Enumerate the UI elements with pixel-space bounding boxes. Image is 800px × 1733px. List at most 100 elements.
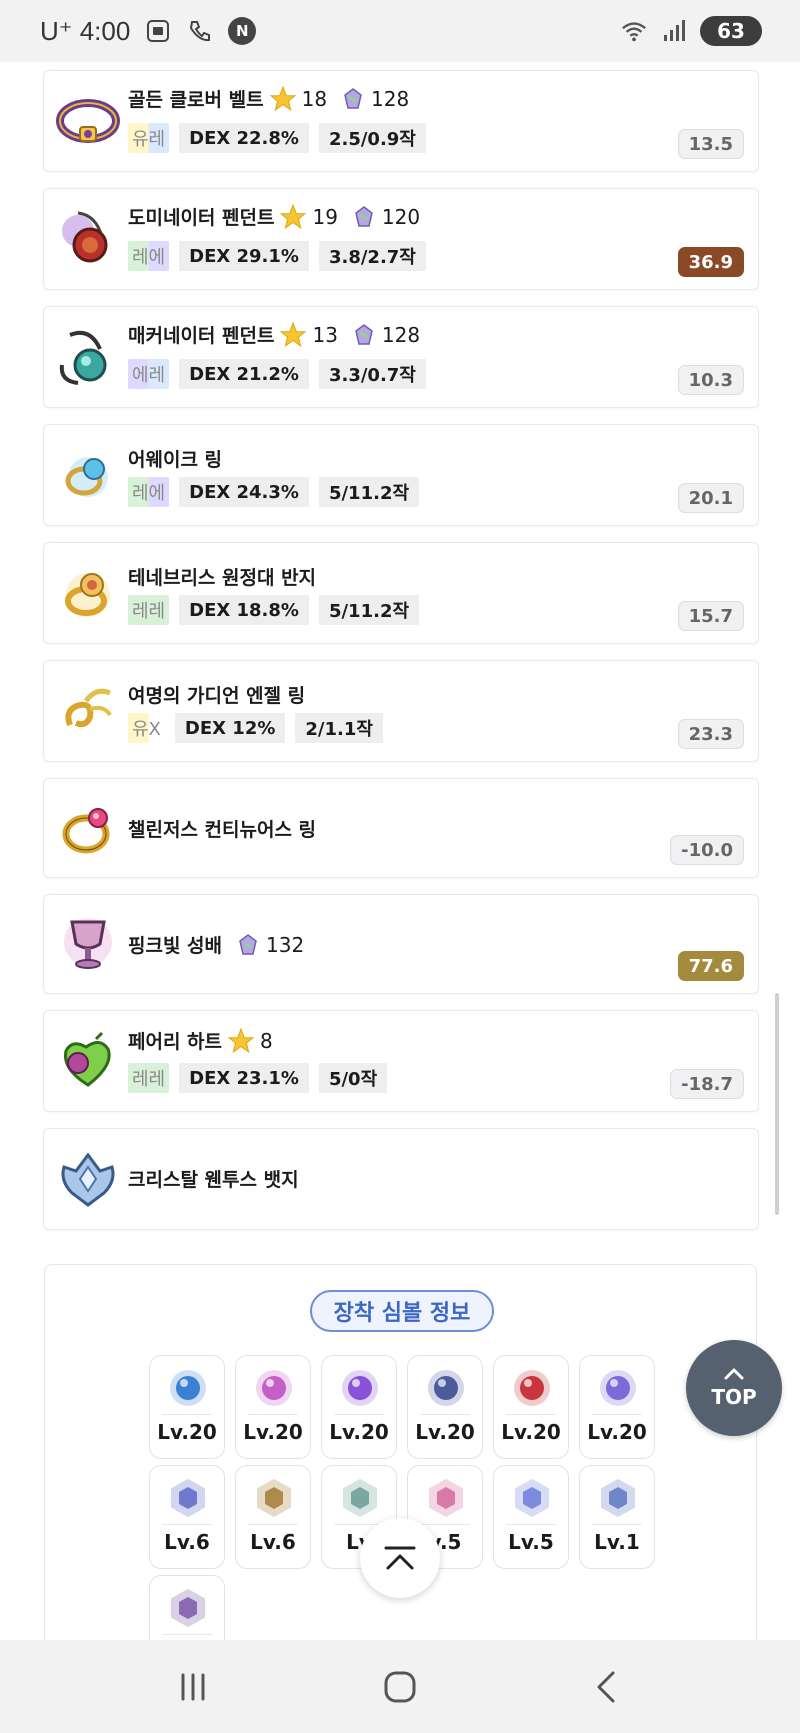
wifi-call-icon <box>186 17 214 45</box>
potential-grade-tag: 유X <box>128 713 165 743</box>
item-name: 어웨이크 링 <box>128 449 223 471</box>
score-badge: 20.1 <box>677 483 744 513</box>
back-icon <box>597 1671 615 1702</box>
scroll-to-top-button[interactable] <box>360 1518 440 1598</box>
item-card[interactable]: 챌린저스 컨티뉴어스 링 -10.0 <box>43 778 759 878</box>
symbol-card[interactable]: Lv.20 <box>321 1355 397 1459</box>
mechanator-pendant-icon <box>59 330 107 385</box>
item-card[interactable]: 매커네이터 펜던트 13 128 에레 DEX 21.2% 3.3/0.7작 1… <box>43 306 759 408</box>
item-card[interactable]: 페어리 하트 8 레레 DEX 23.1% 5/0작 -18.7 <box>43 1010 759 1112</box>
authentic-symbol-shangri-la-icon <box>429 1478 463 1518</box>
arcane-symbol-chu-chu-icon <box>256 1370 292 1406</box>
score-badge: 10.3 <box>677 365 744 395</box>
symbol-card[interactable]: Lv.1 <box>579 1465 655 1569</box>
fairy-heart-icon <box>63 1031 111 1087</box>
symbol-card[interactable]: Lv.6 <box>149 1465 225 1569</box>
top-button[interactable]: TOP <box>686 1340 782 1436</box>
symbol-divider <box>162 1524 212 1525</box>
symbol-divider <box>162 1634 212 1635</box>
recent-apps-button[interactable] <box>163 1657 223 1717</box>
item-card[interactable]: 크리스탈 웬투스 뱃지 <box>43 1128 759 1230</box>
chevron-up-icon <box>724 1368 744 1380</box>
main-stat-tag: DEX 24.3% <box>179 477 309 507</box>
potential-cube-icon <box>355 323 373 345</box>
item-name: 매커네이터 펜던트 <box>128 325 275 347</box>
wifi-icon <box>620 17 648 45</box>
symbol-level: Lv.20 <box>587 1420 647 1444</box>
symbol-level: Lv.1 <box>594 1530 640 1554</box>
symbol-card[interactable]: Lv.20 <box>407 1355 483 1459</box>
pink-holy-cup-icon <box>64 918 112 969</box>
golden-clover-belt-icon <box>56 99 120 143</box>
star-force-icon <box>280 321 307 347</box>
authentic-symbol-carcion-icon <box>601 1478 635 1518</box>
item-card[interactable]: 핑크빛 성배 132 77.6 <box>43 894 759 994</box>
score-badge: -18.7 <box>670 1069 744 1099</box>
battery-level: 63 <box>717 19 745 43</box>
potential-grade-tag: 유레 <box>128 123 170 153</box>
potential-value: 128 <box>371 86 410 111</box>
continuous-ring-icon <box>62 808 110 854</box>
item-name: 핑크빛 성배 <box>128 935 223 957</box>
main-stat-tag: DEX 23.1% <box>179 1063 309 1093</box>
potential-value: 132 <box>266 932 305 957</box>
score-badge: 36.9 <box>677 247 744 277</box>
star-force-count: 19 <box>312 204 338 229</box>
symbol-level: Lv.20 <box>501 1420 561 1444</box>
item-card[interactable]: 테네브리스 원정대 반지 레레 DEX 18.8% 5/11.2작 15.7 <box>43 542 759 644</box>
equipment-item-list: 골든 클로버 벨트 18 128 유레 DEX 22.8% 2.5/0.9작 1… <box>43 70 759 1246</box>
scroll-tag: 5/0작 <box>318 1063 388 1093</box>
back-button[interactable] <box>577 1657 637 1717</box>
symbol-card[interactable]: Lv.20 <box>235 1355 311 1459</box>
navigation-bar <box>0 1640 800 1733</box>
item-card[interactable]: 도미네이터 펜던트 19 120 레에 DEX 29.1% 3.8/2.7작 3… <box>43 188 759 290</box>
authentic-symbol-arteria-icon <box>515 1478 549 1518</box>
potential-value: 128 <box>381 322 421 347</box>
potential-cube-icon <box>239 933 257 955</box>
star-force-icon <box>228 1027 255 1053</box>
potential-grade-tag: 레에 <box>128 241 170 271</box>
symbol-card[interactable]: Lv.5 <box>493 1465 569 1569</box>
dominator-pendant-icon <box>62 211 108 263</box>
score-badge: 77.6 <box>677 951 744 981</box>
scroll-tag: 5/11.2작 <box>318 477 420 507</box>
potential-grade-tag: 레레 <box>128 1063 170 1093</box>
symbol-card[interactable]: Lv.20 <box>149 1355 225 1459</box>
symbol-section-title: 장착 심볼 정보 <box>310 1290 494 1332</box>
item-name: 테네브리스 원정대 반지 <box>128 567 317 589</box>
status-bar: U⁺ 4:00 N 63 <box>0 0 800 62</box>
score-badge: 15.7 <box>677 601 744 631</box>
item-card[interactable]: 여명의 가디언 엔젤 링 유X DEX 12% 2/1.1작 23.3 <box>43 660 759 762</box>
signal-icon <box>660 17 688 45</box>
symbol-card[interactable]: Lv.20 <box>579 1355 655 1459</box>
symbol-card[interactable]: Lv.20 <box>493 1355 569 1459</box>
home-button[interactable] <box>370 1657 430 1717</box>
scroll-tag: 3.8/2.7작 <box>318 241 426 271</box>
item-name: 크리스탈 웬투스 뱃지 <box>128 1169 299 1191</box>
symbol-card[interactable]: Lv.6 <box>235 1465 311 1569</box>
home-icon <box>384 1671 416 1702</box>
crystal-ventus-badge-icon <box>61 1152 115 1207</box>
arcane-symbol-arcana-icon <box>428 1370 464 1406</box>
item-card[interactable]: 골든 클로버 벨트 18 128 유레 DEX 22.8% 2.5/0.9작 1… <box>43 70 759 172</box>
naver-notification-icon: N <box>228 17 257 45</box>
authentic-symbol-odium-icon <box>343 1478 377 1518</box>
symbol-divider <box>506 1414 556 1415</box>
main-stat-tag: DEX 22.8% <box>179 123 309 153</box>
status-carrier-time: U⁺ 4:00 <box>40 15 131 46</box>
grand-authentic-symbol-icon <box>171 1588 205 1628</box>
star-force-count: 13 <box>312 322 338 347</box>
scrollbar[interactable] <box>775 993 779 1215</box>
scroll-tag: 3.3/0.7작 <box>318 359 426 389</box>
tenebris-ring-icon <box>65 573 110 617</box>
potential-value: 120 <box>381 204 421 229</box>
arcane-symbol-esfera-icon <box>600 1370 636 1406</box>
star-force-icon <box>280 203 307 229</box>
main-stat-tag: DEX 18.8% <box>179 595 309 625</box>
item-card[interactable]: 어웨이크 링 레에 DEX 24.3% 5/11.2작 20.1 <box>43 424 759 526</box>
recent-apps-icon <box>181 1673 205 1700</box>
arcane-symbol-morass-icon <box>514 1370 550 1406</box>
scroll-tag: 2/1.1작 <box>295 713 383 743</box>
main-stat-tag: DEX 21.2% <box>179 359 309 389</box>
star-force-icon <box>269 85 296 111</box>
